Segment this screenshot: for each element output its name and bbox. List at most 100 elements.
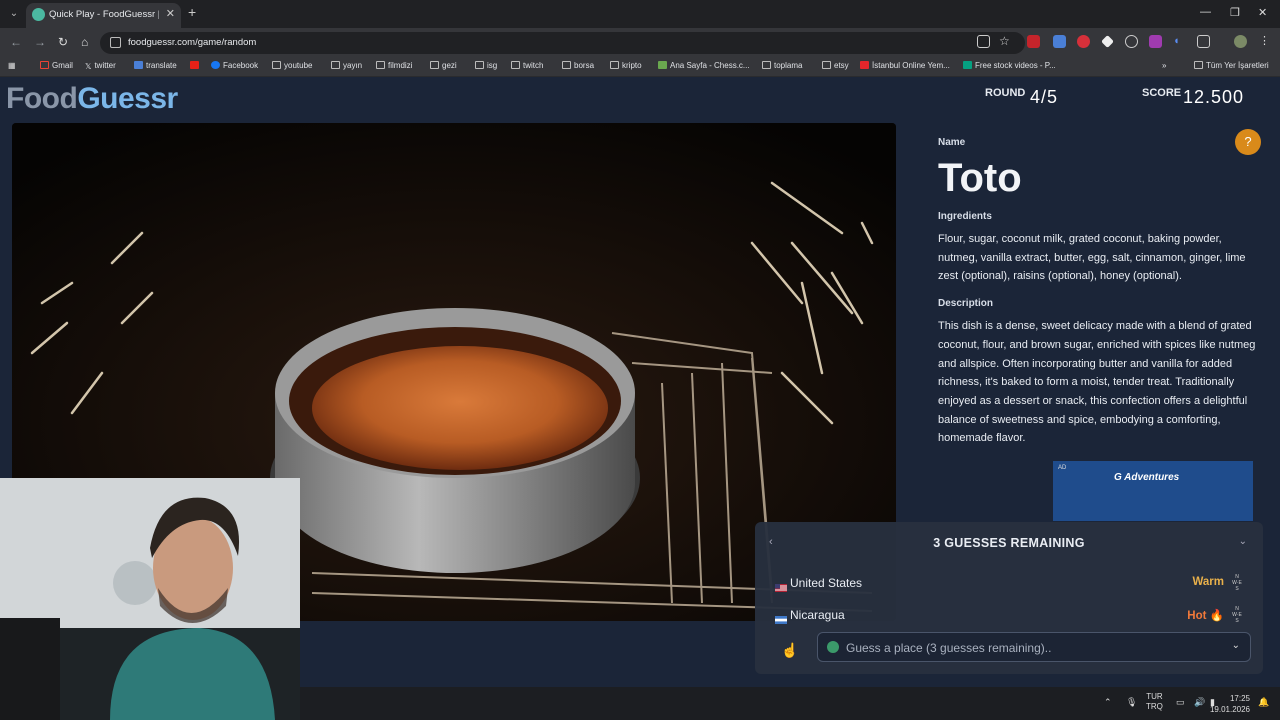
restore-icon[interactable]: ❐ [1230,6,1240,19]
globe-icon [827,641,839,653]
bookmark-label: Tüm Yer İşaretleri [1206,61,1269,70]
guess-row: United States Warm N W·E S [773,574,1248,594]
yemeksepeti-icon [860,61,869,69]
bookmark-star-icon[interactable]: ☆ [999,35,1012,48]
bookmark-label: toplama [774,61,803,70]
bookmark-gezi[interactable]: gezi [430,61,457,70]
install-app-icon[interactable] [977,35,990,48]
bookmark-label: filmdizi [388,61,413,70]
chevron-down-icon[interactable]: ⌄ [1232,640,1240,651]
address-bar[interactable]: foodguessr.com/game/random [100,32,1025,54]
bookmark-toplama[interactable]: toplama [762,61,802,70]
bookmark-twitter[interactable]: 𝕏twitter [85,61,116,71]
all-bookmarks[interactable]: Tüm Yer İşaretleri [1194,61,1269,70]
foodguessr-logo[interactable]: FoodGuessr [6,82,178,116]
chevron-up-icon[interactable]: ⌃ [1104,697,1112,708]
dish-info-panel: Name Toto Ingredients Flour, sugar, coco… [938,137,1258,460]
chevron-down-icon[interactable]: ⌄ [1239,536,1247,547]
tab-search-icon[interactable]: ⌄ [6,6,22,22]
profile-avatar[interactable] [1234,35,1247,48]
forward-icon[interactable]: → [34,35,46,49]
youtube-icon [190,61,199,69]
bookmark-youtube[interactable]: youtube [272,61,312,70]
description-text: This dish is a dense, sweet delicacy mad… [938,320,1256,445]
guess-hint-hot: Hot 🔥 [1187,608,1224,622]
apps-grid-icon[interactable]: ▦ [8,61,16,70]
extension-translate-icon[interactable] [1053,35,1066,48]
bookmark-label: İstanbul Online Yem... [872,61,950,70]
nicaragua-flag-icon [775,611,787,624]
extensions-puzzle-icon[interactable] [1197,35,1210,48]
menu-dots-icon[interactable]: ⋮ [1259,35,1272,48]
guess-row: Nicaragua Hot 🔥 N W·E S [773,606,1248,626]
bookmark-label: borsa [574,61,595,70]
url-text: foodguessr.com/game/random [128,37,257,48]
bookmark-label: Ana Sayfa - Chess.c... [670,61,750,70]
bookmark-translate[interactable]: translate [134,61,177,70]
home-icon[interactable]: ⌂ [81,35,88,49]
notification-icon[interactable]: 🔔 [1258,697,1269,708]
browser-tabbar: ⌄ Quick Play - FoodGuessr | Food ✕ + — ❐… [0,0,1280,28]
microphone-icon[interactable]: 🎙 [1126,697,1137,708]
extension-sound-icon[interactable]: ◖ [1173,35,1186,48]
back-icon[interactable]: ← [10,35,22,49]
bookmark-label: youtube [284,61,313,70]
round-value: 4/5 [1030,87,1059,107]
hand-pointer-icon: ☝ [781,642,799,658]
bookmark-yemek[interactable]: İstanbul Online Yem... [860,61,950,70]
ingredients-text: Flour, sugar, coconut milk, grated cocon… [938,233,1246,283]
minimize-icon[interactable]: — [1200,6,1211,18]
bookmark-filmdizi[interactable]: filmdizi [376,61,412,70]
bookmarks-overflow-icon[interactable]: » [1162,61,1166,70]
bookmark-pexels[interactable]: Free stock videos - P... [963,61,1056,70]
score-value: 12.500 [1183,87,1245,107]
ad-brand: G Adventures [1114,472,1180,483]
guess-country: Nicaragua [790,608,845,622]
x-icon: 𝕏 [85,62,92,71]
adblock-icon[interactable] [1077,35,1090,48]
bookmarks-bar: ▦ Gmail 𝕏twitter translate Facebook yout… [0,57,1280,77]
folder-icon [430,61,439,69]
display-icon[interactable]: ▭ [1176,697,1185,708]
close-tab-icon[interactable]: ✕ [166,7,175,20]
bookmark-gmail[interactable]: Gmail [40,61,73,70]
input-language[interactable]: TUR TRQ [1146,692,1163,712]
name-label: Name [938,137,966,148]
bookmark-label: Facebook [223,61,259,70]
bookmark-twitch[interactable]: twitch [511,61,543,70]
ad-label: AD [1058,465,1067,471]
bookmark-kripto[interactable]: kripto [610,61,642,70]
bookmark-borsa[interactable]: borsa [562,61,594,70]
guess-place-input[interactable]: Guess a place (3 guesses remaining).. ⌄ [817,632,1251,662]
browser-tab[interactable]: Quick Play - FoodGuessr | Food ✕ [26,3,181,28]
extension-twitch-icon[interactable] [1149,35,1162,48]
bookmark-label: kripto [622,61,642,70]
folder-icon [562,61,571,69]
extension-diamond-icon[interactable] [1101,35,1114,48]
reload-icon[interactable]: ↻ [58,35,68,49]
bookmark-label: Free stock videos - P... [975,61,1056,70]
bookmark-label: gezi [442,61,457,70]
bookmark-isg[interactable]: isg [475,61,497,70]
bookmark-yayin[interactable]: yayın [331,61,362,70]
advertisement[interactable] [1053,461,1253,521]
site-info-icon[interactable] [110,37,121,48]
folder-icon [1194,61,1203,69]
bookmark-facebook[interactable]: Facebook [211,61,258,70]
bookmark-youtube-red[interactable] [190,61,202,70]
description-label: Description [938,298,994,310]
clock[interactable]: 17:25 19.01.2026 [1210,693,1250,715]
close-window-icon[interactable]: ✕ [1258,6,1267,19]
bookmark-chess[interactable]: Ana Sayfa - Chess.c... [658,61,750,70]
bookmark-label: isg [487,61,498,70]
extension-calendar-icon[interactable] [1027,35,1040,48]
speaker-icon[interactable]: 🔊 [1194,697,1205,708]
extension-glasses-icon[interactable] [1125,35,1138,48]
guess-input-placeholder: Guess a place (3 guesses remaining).. [846,641,1052,655]
guesses-remaining-title: 3 GUESSES REMAINING [933,536,1085,550]
new-tab-icon[interactable]: + [188,4,196,20]
bookmark-etsy[interactable]: etsy [822,61,849,70]
folder-icon [331,61,340,69]
bookmark-label: yayın [343,61,363,70]
foodguessr-favicon-icon [32,8,45,21]
